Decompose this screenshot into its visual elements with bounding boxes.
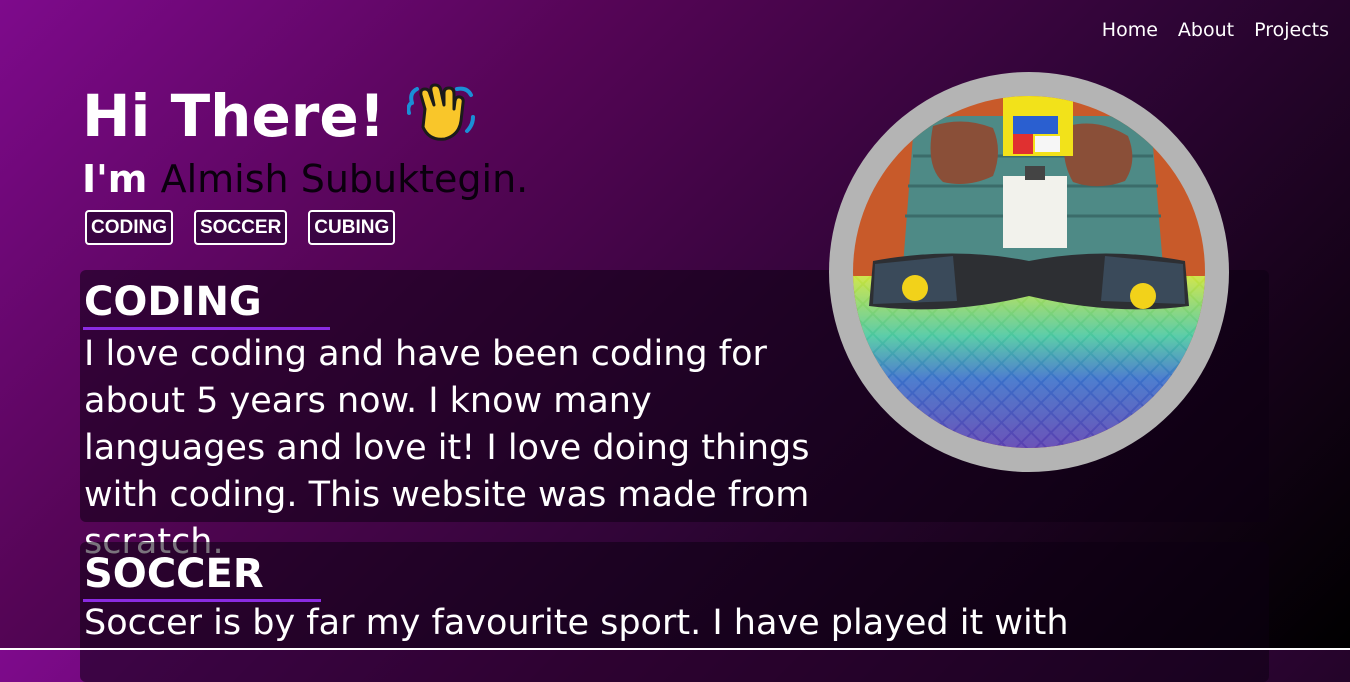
waving-hand-icon (407, 83, 476, 141)
tag-coding[interactable]: CODING (85, 210, 173, 245)
greeting-text: Hi There! (82, 82, 386, 150)
intro-text: I'm (82, 157, 148, 201)
nav-about-link[interactable]: About (1178, 19, 1234, 41)
intro-heading: I'm Almish Subuktegin. (82, 152, 528, 206)
tag-cubing[interactable]: CUBING (308, 210, 396, 245)
nav-home-link[interactable]: Home (1102, 19, 1158, 41)
interest-tags: CODING SOCCER CUBING (85, 210, 396, 245)
soccer-title: SOCCER (84, 551, 264, 597)
hero-heading: Hi There! (82, 80, 477, 152)
profile-photo-frame (829, 72, 1229, 472)
tag-soccer[interactable]: SOCCER (194, 210, 288, 245)
rubiks-cube-photo (853, 96, 1205, 448)
profile-photo (853, 96, 1205, 448)
coding-title-underline (83, 327, 330, 330)
coding-title: CODING (84, 279, 262, 325)
coding-text: I love coding and have been coding for a… (84, 334, 810, 562)
soccer-text: Soccer is by far my favourite sport. I h… (84, 603, 1069, 643)
nav-projects-link[interactable]: Projects (1254, 19, 1329, 41)
soccer-section: SOCCER Soccer is by far my favourite spo… (80, 542, 1269, 682)
author-name: Almish Subuktegin. (160, 157, 529, 201)
top-nav: Home About Projects (1102, 19, 1329, 41)
